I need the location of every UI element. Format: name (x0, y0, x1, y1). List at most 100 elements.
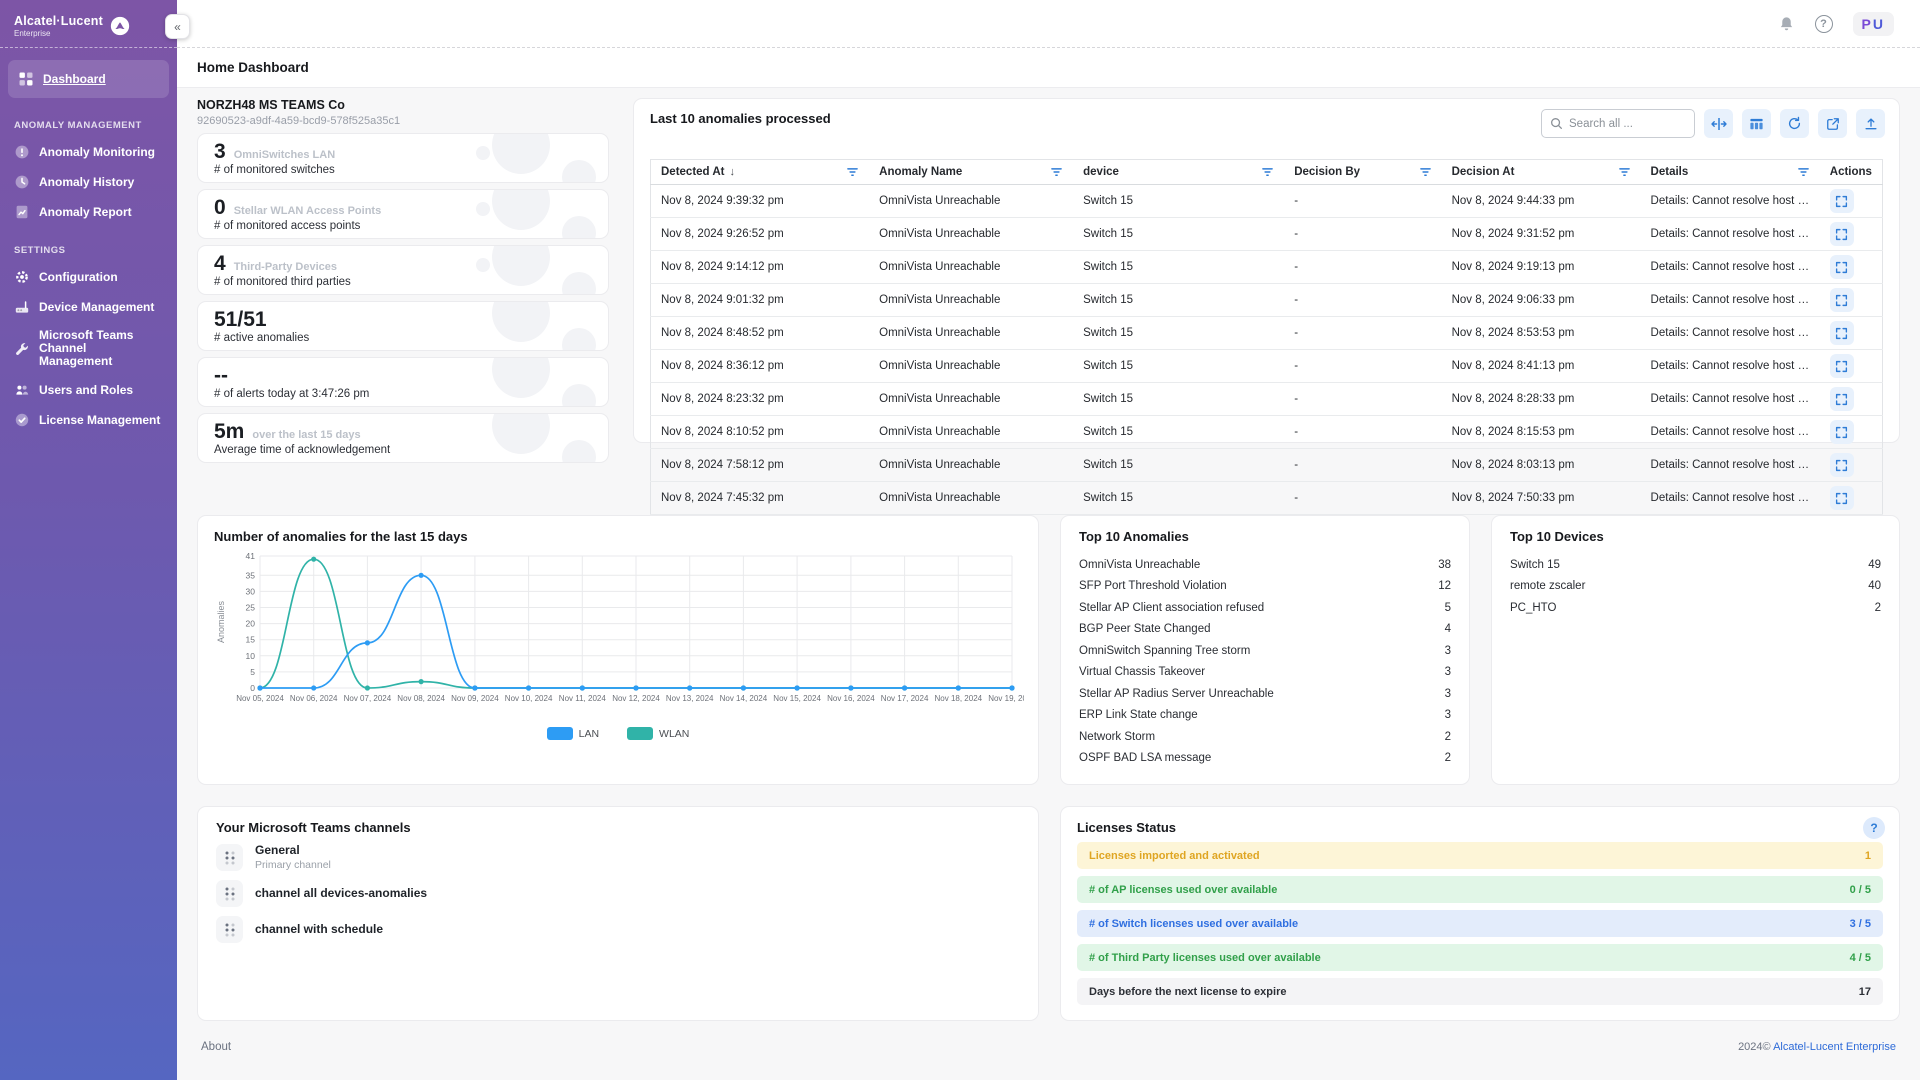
cell-detected-at: Nov 8, 2024 8:23:32 pm (651, 383, 870, 416)
column-header-detected-at[interactable]: Detected At↓ (651, 160, 870, 185)
table-row[interactable]: Nov 8, 2024 8:48:52 pm OmniVista Unreach… (651, 317, 1883, 350)
notifications-bell-icon[interactable] (1778, 15, 1795, 33)
list-item-name: OmniSwitch Spanning Tree storm (1079, 645, 1250, 657)
channel-item-all-devices[interactable]: channel all devices-anomalies (216, 880, 1020, 907)
table-row[interactable]: Nov 8, 2024 8:10:52 pm OmniVista Unreach… (651, 416, 1883, 449)
help-icon[interactable]: ? (1815, 15, 1833, 33)
sidebar-item-anomaly-history[interactable]: Anomaly History (0, 167, 177, 197)
expand-row-button[interactable] (1830, 453, 1854, 477)
sidebar-item-dashboard[interactable]: Dashboard (8, 60, 169, 98)
filter-icon[interactable] (1419, 167, 1432, 178)
sidebar-item-label: Users and Roles (39, 384, 133, 397)
channel-item-general[interactable]: General Primary channel (216, 844, 1020, 871)
sidebar-item-anomaly-monitoring[interactable]: Anomaly Monitoring (0, 137, 177, 167)
sidebar-item-license-management[interactable]: License Management (0, 405, 177, 435)
sidebar-item-device-management[interactable]: Device Management (0, 292, 177, 322)
about-link[interactable]: About (201, 1041, 231, 1053)
table-row[interactable]: Nov 8, 2024 9:14:12 pm OmniVista Unreach… (651, 251, 1883, 284)
expand-row-button[interactable] (1830, 420, 1854, 444)
table-row[interactable]: Nov 8, 2024 9:39:32 pm OmniVista Unreach… (651, 185, 1883, 218)
cell-decision-by: - (1284, 416, 1441, 449)
expand-row-button[interactable] (1830, 387, 1854, 411)
table-row[interactable]: Nov 8, 2024 7:45:32 pm OmniVista Unreach… (651, 482, 1883, 515)
expand-row-button[interactable] (1830, 486, 1854, 510)
cell-device: Switch 15 (1073, 449, 1284, 482)
expand-row-button[interactable] (1830, 255, 1854, 279)
column-header-device[interactable]: device (1073, 160, 1284, 185)
expand-row-button[interactable] (1830, 288, 1854, 312)
filter-icon[interactable] (1618, 167, 1631, 178)
sidebar-item-anomaly-report[interactable]: Anomaly Report (0, 197, 177, 227)
upload-button[interactable] (1856, 109, 1885, 138)
cell-decision-at: Nov 8, 2024 8:41:13 pm (1442, 350, 1641, 383)
column-header-details[interactable]: Details (1641, 160, 1820, 185)
list-item: OSPF BAD LSA message 2 (1079, 748, 1451, 770)
expand-row-button[interactable] (1830, 222, 1854, 246)
svg-text:30: 30 (246, 586, 256, 596)
table-row[interactable]: Nov 8, 2024 9:26:52 pm OmniVista Unreach… (651, 218, 1883, 251)
user-avatar[interactable]: PU (1853, 12, 1894, 36)
cell-anomaly-name: OmniVista Unreachable (869, 350, 1073, 383)
cell-decision-by: - (1284, 251, 1441, 284)
legend-item-wlan[interactable]: WLAN (627, 727, 689, 740)
search-input[interactable] (1569, 118, 1684, 130)
router-icon (14, 299, 30, 315)
channel-item-with-schedule[interactable]: channel with schedule (216, 916, 1020, 943)
list-item: Virtual Chassis Takeover 3 (1079, 662, 1451, 684)
sidebar-item-configuration[interactable]: Configuration (0, 262, 177, 292)
sidebar-collapse-button[interactable]: « (165, 14, 190, 39)
list-item-count: 49 (1868, 559, 1881, 571)
cell-decision-by: - (1284, 317, 1441, 350)
expand-row-button[interactable] (1830, 321, 1854, 345)
refresh-button[interactable] (1780, 109, 1809, 138)
filter-icon[interactable] (846, 167, 859, 178)
table-row[interactable]: Nov 8, 2024 8:36:12 pm OmniVista Unreach… (651, 350, 1883, 383)
export-button[interactable] (1818, 109, 1847, 138)
svg-text:5: 5 (250, 667, 255, 677)
column-label: device (1083, 166, 1119, 178)
cell-actions (1820, 449, 1883, 482)
sort-descending-icon[interactable]: ↓ (729, 166, 735, 178)
filter-icon[interactable] (1050, 167, 1063, 178)
footer: About 2024© Alcatel-Lucent Enterprise (197, 1041, 1900, 1053)
table-row[interactable]: Nov 8, 2024 9:01:32 pm OmniVista Unreach… (651, 284, 1883, 317)
sidebar-item-label: Dashboard (43, 73, 106, 86)
licenses-help-icon[interactable]: ? (1863, 817, 1885, 839)
sidebar-item-ms-teams-channel-management[interactable]: Microsoft Teams Channel Management (0, 322, 177, 375)
column-header-anomaly-name[interactable]: Anomaly Name (869, 160, 1073, 185)
cell-device: Switch 15 (1073, 251, 1284, 284)
brand-link[interactable]: Alcatel-Lucent Enterprise (1773, 1041, 1896, 1053)
sidebar-item-users-and-roles[interactable]: Users and Roles (0, 375, 177, 405)
column-resize-button[interactable] (1704, 109, 1733, 138)
svg-text:Nov 06, 2024: Nov 06, 2024 (290, 694, 338, 703)
lan-swatch (547, 727, 573, 740)
table-row[interactable]: Nov 8, 2024 8:23:32 pm OmniVista Unreach… (651, 383, 1883, 416)
list-item-name: OmniVista Unreachable (1079, 559, 1200, 571)
filter-icon[interactable] (1261, 167, 1274, 178)
column-header-decision-at[interactable]: Decision At (1442, 160, 1641, 185)
chart-title: Number of anomalies for the last 15 days (214, 529, 1022, 544)
cell-details: Details: Cannot resolve host addresss ..… (1641, 218, 1820, 251)
table-columns-button[interactable] (1742, 109, 1771, 138)
stat-value: 4 (214, 253, 226, 274)
list-item-count: 2 (1445, 731, 1451, 743)
cell-actions (1820, 317, 1883, 350)
decorative-circle (476, 258, 490, 272)
brand-sub: Enterprise (14, 29, 103, 38)
legend-item-lan[interactable]: LAN (547, 727, 599, 740)
license-label: Days before the next license to expire (1089, 986, 1286, 998)
expand-row-button[interactable] (1830, 354, 1854, 378)
svg-text:Nov 18, 2024: Nov 18, 2024 (935, 694, 983, 703)
expand-icon (1835, 393, 1848, 406)
svg-text:Nov 12, 2024: Nov 12, 2024 (612, 694, 660, 703)
cell-detected-at: Nov 8, 2024 9:39:32 pm (651, 185, 870, 218)
column-header-decision-by[interactable]: Decision By (1284, 160, 1441, 185)
cell-decision-at: Nov 8, 2024 9:06:33 pm (1442, 284, 1641, 317)
filter-icon[interactable] (1797, 167, 1810, 178)
table-row[interactable]: Nov 8, 2024 7:58:12 pm OmniVista Unreach… (651, 449, 1883, 482)
svg-text:Nov 05, 2024: Nov 05, 2024 (236, 694, 284, 703)
list-item-name: ERP Link State change (1079, 709, 1198, 721)
cell-decision-at: Nov 8, 2024 8:15:53 pm (1442, 416, 1641, 449)
expand-row-button[interactable] (1830, 189, 1854, 213)
cell-decision-by: - (1284, 482, 1441, 515)
